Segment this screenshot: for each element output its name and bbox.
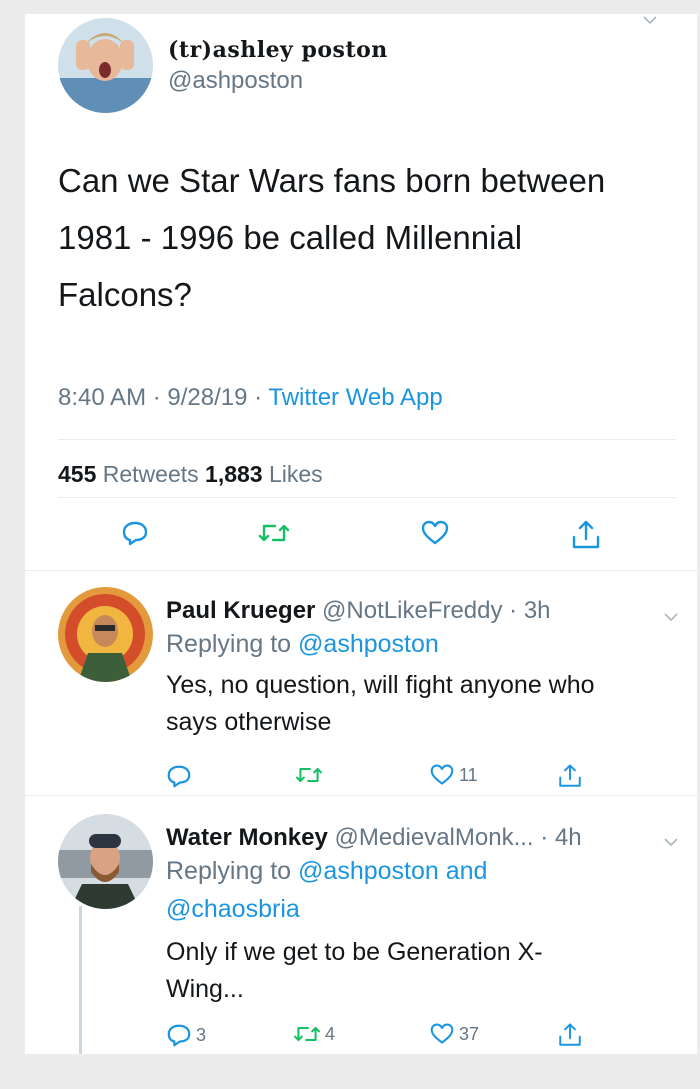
reply-count: 3	[196, 1024, 207, 1045]
like-button[interactable]	[420, 519, 450, 547]
tweet-text-line: Can we Star Wars fans born between	[58, 162, 606, 199]
avatar[interactable]	[58, 18, 153, 113]
mention-link[interactable]: @ashposton	[298, 630, 439, 658]
replying-to-label: Replying to	[166, 857, 299, 885]
retweet-count[interactable]: 455	[58, 461, 96, 487]
source-link[interactable]: Twitter Web App	[268, 384, 442, 411]
display-name[interactable]: (tr)ashley poston	[168, 37, 388, 63]
like-label[interactable]: Likes	[263, 461, 323, 487]
reply-header: Water Monkey @MedievalMonk... · 4h	[166, 824, 676, 852]
reply-author-name[interactable]: Paul Krueger	[166, 597, 315, 624]
reply-action-bar: 3 4 37	[25, 1022, 697, 1062]
reply-text: Yes, no question, will fight anyone who …	[166, 667, 676, 741]
retweet-icon	[295, 767, 323, 783]
reply-author-handle[interactable]: @NotLikeFreddy · 3h	[315, 597, 550, 624]
share-icon	[572, 520, 600, 549]
reply-tweet[interactable]: Paul Krueger @NotLikeFreddy · 3h Replyin…	[25, 571, 697, 794]
reply-text-line: Wing...	[166, 975, 244, 1003]
share-button[interactable]	[557, 763, 583, 789]
like-button[interactable]: 37	[429, 1022, 479, 1046]
like-icon	[421, 520, 449, 545]
avatar[interactable]	[58, 587, 153, 682]
timestamp[interactable]: 8:40 AM · 9/28/19 ·	[58, 384, 268, 411]
like-count: 37	[459, 1023, 480, 1044]
reply-icon	[167, 765, 191, 788]
replying-to: Replying to @ashposton and	[166, 852, 676, 890]
share-icon	[559, 1023, 581, 1046]
replying-to-label: Replying to	[166, 630, 299, 658]
tweet-card: (tr)ashley poston @ashposton Can we Star…	[25, 14, 697, 1054]
user-handle[interactable]: @ashposton	[168, 67, 388, 95]
like-count[interactable]: 1,883	[205, 461, 263, 487]
tweet-text-line: 1981 - 1996 be called Millennial	[58, 219, 523, 256]
reply-text-line: Only if we get to be Generation X-	[166, 938, 543, 966]
tweet-meta: 8:40 AM · 9/28/19 · Twitter Web App	[58, 384, 443, 412]
replying-to: Replying to @ashposton	[166, 625, 676, 663]
retweet-label[interactable]: Retweets	[96, 461, 205, 487]
reply-author-handle[interactable]: @MedievalMonk... · 4h	[328, 824, 581, 851]
reply-text-line: says otherwise	[166, 708, 332, 736]
tweet-text-line: Falcons?	[58, 276, 192, 313]
like-icon	[430, 764, 454, 785]
reply-author-name[interactable]: Water Monkey	[166, 824, 328, 851]
share-button[interactable]	[557, 1022, 583, 1048]
divider	[58, 439, 676, 440]
avatar[interactable]	[58, 814, 153, 909]
retweet-icon	[258, 524, 290, 542]
reply-text-line: Yes, no question, will fight anyone who	[166, 671, 595, 699]
reply-button[interactable]: 3	[166, 1022, 206, 1048]
retweet-count: 4	[325, 1023, 336, 1044]
like-icon	[430, 1023, 454, 1044]
share-button[interactable]	[570, 519, 602, 551]
reply-header: Paul Krueger @NotLikeFreddy · 3h	[166, 597, 676, 625]
reply-icon	[167, 1024, 191, 1047]
retweet-button[interactable]	[295, 763, 327, 787]
tweet-stats: 455 Retweets 1,883 Likes	[58, 461, 323, 488]
reply-icon	[122, 521, 148, 546]
reply-text: Only if we get to be Generation X- Wing.…	[166, 934, 676, 1008]
replying-to-continued: @chaosbria	[166, 890, 676, 928]
reply-button[interactable]	[121, 519, 149, 547]
chevron-down-icon[interactable]	[643, 14, 657, 28]
divider	[58, 497, 676, 498]
share-icon	[559, 764, 581, 787]
retweet-icon	[293, 1026, 321, 1042]
like-button[interactable]: 11	[429, 763, 478, 787]
like-count: 11	[459, 764, 478, 785]
mention-link[interactable]: @ashposton and	[298, 857, 487, 885]
reply-tweet[interactable]: Water Monkey @MedievalMonk... · 4h Reply…	[25, 796, 697, 1054]
tweet-text: Can we Star Wars fans born between 1981 …	[58, 152, 678, 323]
thread-line	[79, 906, 82, 1054]
main-action-bar	[25, 519, 697, 559]
mention-link[interactable]: @chaosbria	[166, 895, 300, 923]
retweet-button[interactable]: 4	[293, 1022, 335, 1046]
reply-button[interactable]	[166, 763, 196, 789]
retweet-button[interactable]	[258, 519, 290, 547]
main-tweet-header: (tr)ashley poston @ashposton	[58, 18, 388, 113]
